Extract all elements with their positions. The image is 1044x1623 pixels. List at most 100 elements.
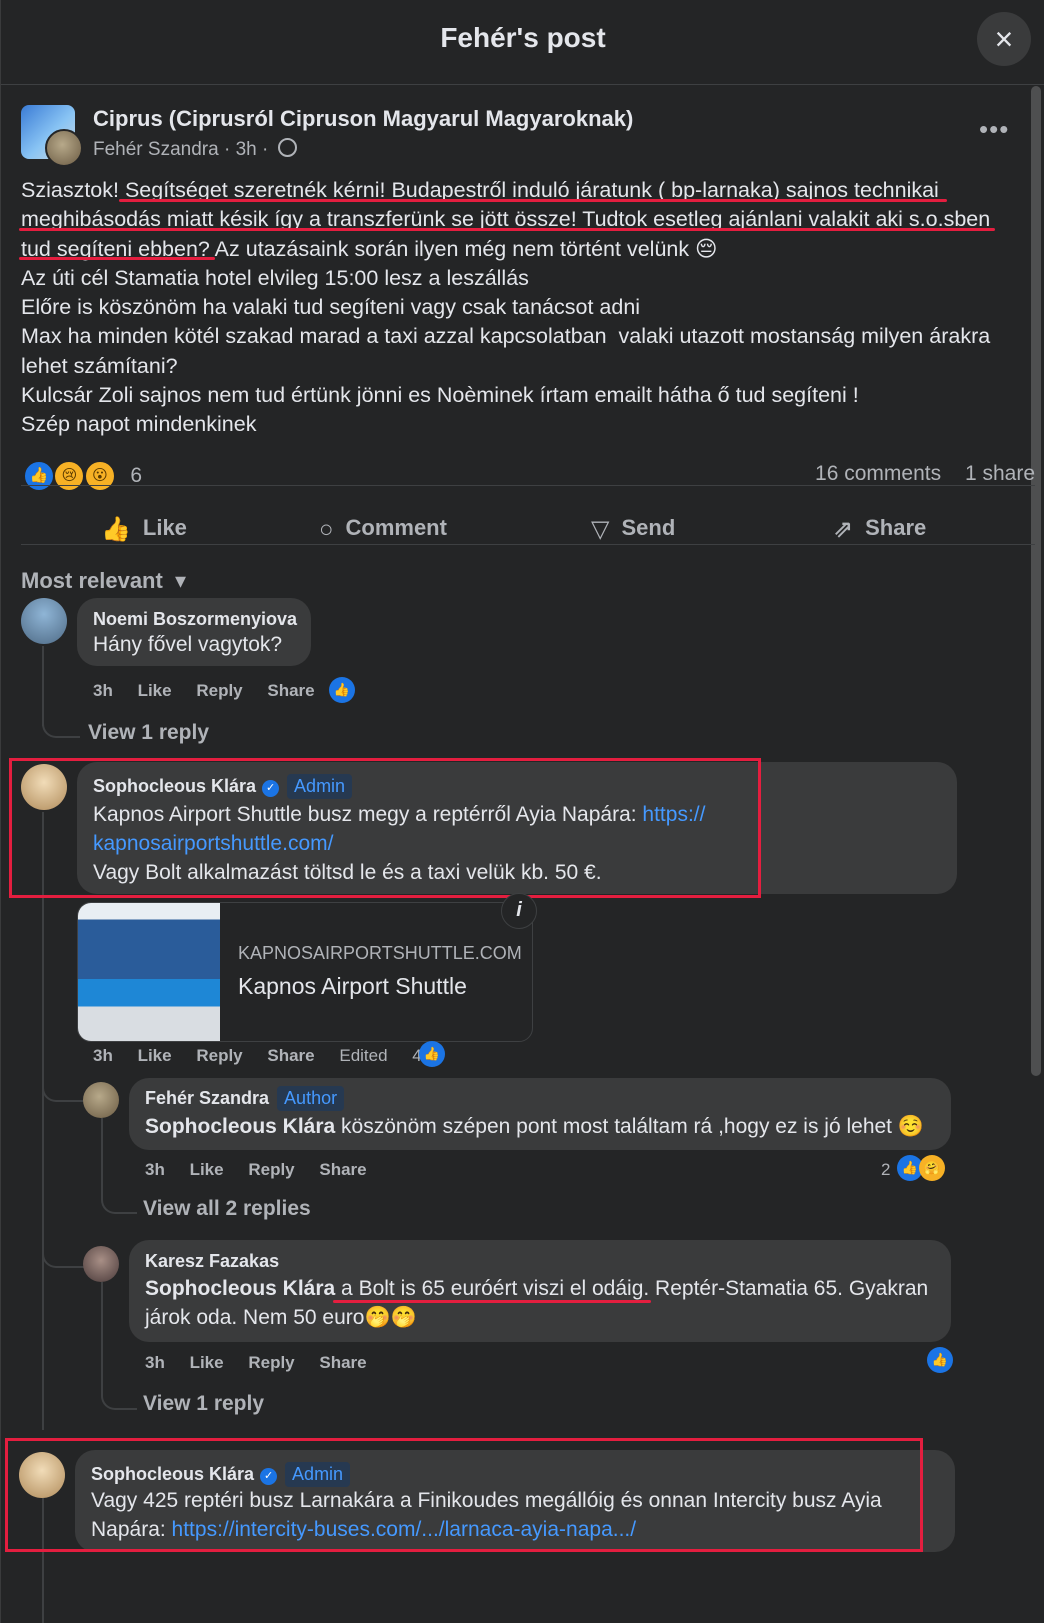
share-label: Share (865, 515, 927, 540)
view-replies-button[interactable]: View all 2 replies (143, 1197, 311, 1221)
reply-share-button[interactable]: Share (319, 1160, 366, 1179)
reply-text: Sophocleous Klára a Bolt is 65 euróért v… (145, 1274, 945, 1332)
view-replies-button[interactable]: View 1 reply (143, 1392, 264, 1416)
reply-reaction-count[interactable]: 2 (881, 1160, 890, 1180)
post-modal: Fehér's post × Ciprus (Ciprusról Cipruso… (0, 0, 1044, 1623)
reply-bubble: Fehér Szandra Author Sophocleous Klára kö… (129, 1078, 951, 1150)
highlight-underline (333, 1300, 651, 1303)
post-line: lehet számítani? (21, 353, 178, 378)
thread-connector (42, 1236, 84, 1268)
comment-button[interactable]: ○ Comment (319, 515, 447, 544)
thread-line (42, 812, 44, 1430)
reply-text-part: . Reptér-Stamatia 65. Gyakran (643, 1277, 929, 1300)
comment-time[interactable]: 3h (93, 1046, 113, 1065)
highlight-box (9, 758, 761, 898)
comment-bubble: Noemi Boszormenyiova Hány fővel vagytok? (77, 598, 311, 666)
avatar[interactable] (21, 598, 67, 644)
group-name[interactable]: Ciprus (Ciprusról Cipruson Magyarul Magy… (93, 106, 633, 132)
comment-like-button[interactable]: Like (138, 1046, 172, 1065)
modal-title: Fehér's post (440, 22, 606, 53)
comment-author[interactable]: Noemi Boszormenyiova (93, 609, 297, 630)
reply-like-button[interactable]: Like (190, 1160, 224, 1179)
comment-time[interactable]: 3h (93, 681, 113, 700)
post-time[interactable]: 3h (236, 139, 257, 160)
info-icon[interactable]: i (501, 893, 537, 929)
reply-author-row: Fehér Szandra Author (145, 1086, 345, 1111)
like-reaction-icon: 👍 (23, 460, 55, 492)
author-badge: Author (277, 1086, 345, 1111)
sad-reaction-icon: 😢 (53, 460, 86, 492)
thread-connector (42, 1070, 84, 1102)
sort-dropdown[interactable]: Most relevant ▾ (21, 568, 186, 594)
like-reaction-icon[interactable]: 👍 (329, 677, 355, 703)
reply-reply-button[interactable]: Reply (248, 1160, 294, 1179)
care-reaction-icon[interactable]: 🤗 (919, 1155, 945, 1181)
highlight-box (5, 1438, 923, 1552)
reply-reply-button[interactable]: Reply (248, 1353, 294, 1372)
send-icon: ▽ (591, 516, 610, 543)
comment-icon: ○ (319, 516, 334, 543)
reply-share-button[interactable]: Share (319, 1353, 366, 1372)
sort-label: Most relevant (21, 568, 163, 593)
shares-count[interactable]: 1 share (965, 462, 1035, 485)
post-line: Kulcsár Zoli sajnos nem tud értünk jönni… (21, 383, 859, 408)
avatar[interactable] (83, 1246, 119, 1282)
reply-time[interactable]: 3h (145, 1353, 165, 1372)
reply-text-part: járok oda. Nem 50 euro🤭🤭 (145, 1306, 417, 1329)
like-reaction-icon[interactable]: 👍 (419, 1041, 445, 1067)
thread-connector (101, 1180, 137, 1214)
link-title: Kapnos Airport Shuttle (238, 973, 467, 999)
like-button[interactable]: 👍 Like (101, 515, 187, 544)
meta-separator: · (262, 139, 269, 160)
link-preview-card[interactable]: KAPNOSAIRPORTSHUTTLE.COM Kapnos Airport … (77, 902, 533, 1042)
post-counts: 16 comments 1 share (797, 462, 1035, 486)
highlight-underline (119, 199, 947, 202)
close-icon[interactable]: × (977, 12, 1031, 66)
divider (21, 544, 1035, 545)
divider (21, 485, 1035, 486)
thread-connector (42, 700, 80, 738)
share-icon: ⇗ (833, 516, 854, 543)
scrollbar[interactable] (1031, 86, 1041, 1076)
mention-link[interactable]: Sophocleous Klára (145, 1277, 335, 1300)
comment-label: Comment (345, 515, 447, 540)
post-line: Előre is köszönöm ha valaki tud segíteni… (21, 295, 641, 320)
reply-time[interactable]: 3h (145, 1160, 165, 1179)
reply-author[interactable]: Karesz Fazakas (145, 1251, 279, 1272)
avatar[interactable] (83, 1082, 119, 1118)
comment-share-button[interactable]: Share (267, 1046, 314, 1065)
mention-link[interactable]: Sophocleous Klára (145, 1115, 335, 1138)
view-replies-button[interactable]: View 1 reply (88, 721, 209, 745)
thumbs-up-icon: 👍 (101, 516, 131, 543)
post-reactions[interactable]: 👍 😢 😮 6 (23, 460, 142, 492)
link-thumbnail (78, 903, 220, 1041)
post-line: Max ha minden kötél szakad marad a taxi … (21, 324, 991, 349)
like-label: Like (142, 515, 187, 540)
send-button[interactable]: ▽ Send (591, 515, 675, 544)
post-line: Szép napot mindenkinek (21, 412, 257, 437)
highlight-underline (19, 257, 215, 260)
group-avatar[interactable] (21, 105, 83, 167)
reply-bubble: Karesz Fazakas Sophocleous Klára a Bolt … (129, 1240, 951, 1342)
reply-author[interactable]: Fehér Szandra (145, 1088, 269, 1108)
thread-line (101, 1282, 103, 1382)
comment-reply-button[interactable]: Reply (196, 681, 242, 700)
reply-like-button[interactable]: Like (190, 1353, 224, 1372)
comment-share-button[interactable]: Share (267, 681, 314, 700)
comment-reply-button[interactable]: Reply (196, 1046, 242, 1065)
reply-actions: 3h Like Reply Share (145, 1160, 387, 1180)
reply-text-part: köszönöm szépen pont most találtam rá ,h… (335, 1115, 924, 1138)
share-button[interactable]: ⇗ Share (833, 515, 926, 544)
like-reaction-icon[interactable]: 👍 (927, 1347, 953, 1373)
author-avatar[interactable] (45, 129, 83, 167)
post-body: Sziasztok! Segítséget szeretnék kérni! B… (21, 176, 1031, 440)
reply-actions: 3h Like Reply Share (145, 1353, 387, 1373)
post-line: Az úti cél Stamatia hotel elvileg 15:00 … (21, 265, 529, 290)
comment-like-button[interactable]: Like (138, 681, 172, 700)
post-author[interactable]: Fehér Szandra (93, 139, 219, 160)
comments-count[interactable]: 16 comments (815, 462, 941, 485)
reply-text-part: a Bolt is 65 euróért viszi el odáig (335, 1277, 644, 1300)
link-domain: KAPNOSAIRPORTSHUTTLE.COM (238, 943, 522, 963)
post-meta: Fehér Szandra · 3h · (93, 138, 297, 161)
more-options-button[interactable]: ••• (979, 114, 1009, 145)
